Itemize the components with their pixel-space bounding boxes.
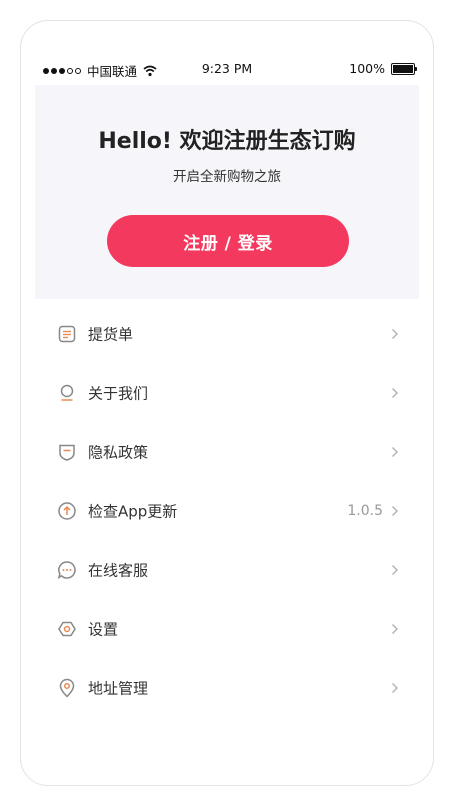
menu-item-pickup-orders[interactable]: 提货单 bbox=[35, 304, 419, 363]
location-icon bbox=[59, 678, 75, 698]
menu-label: 在线客服 bbox=[88, 561, 149, 579]
chevron-right-icon bbox=[391, 505, 399, 516]
chevron-right-icon bbox=[391, 564, 399, 575]
menu-item-address-management[interactable]: 地址管理 bbox=[35, 658, 419, 717]
menu-label: 设置 bbox=[88, 620, 119, 638]
settings-menu: 提货单 关于我们 隐私政策 检查App更新 1.0.5 在线客服 设置 地址管理 bbox=[35, 304, 419, 717]
chevron-right-icon bbox=[391, 682, 399, 693]
battery-icon bbox=[391, 62, 417, 75]
chat-icon bbox=[57, 560, 76, 579]
welcome-banner: Hello! 欢迎注册生态订购 开启全新购物之旅 注册 / 登录 bbox=[35, 85, 419, 299]
menu-label: 地址管理 bbox=[88, 679, 149, 697]
menu-label: 提货单 bbox=[88, 325, 134, 343]
menu-item-privacy-policy[interactable]: 隐私政策 bbox=[35, 422, 419, 481]
status-bar: 中国联通 9:23 PM 100% bbox=[35, 61, 419, 79]
menu-item-about-us[interactable]: 关于我们 bbox=[35, 363, 419, 422]
upload-icon bbox=[58, 501, 76, 520]
shield-icon bbox=[59, 444, 75, 461]
battery-percent: 100% bbox=[349, 61, 385, 76]
welcome-title: Hello! 欢迎注册生态订购 bbox=[98, 129, 356, 154]
gear-icon bbox=[58, 621, 76, 636]
document-icon bbox=[58, 325, 76, 342]
menu-label: 检查App更新 bbox=[88, 502, 178, 520]
chevron-right-icon bbox=[391, 328, 399, 339]
status-right: 100% bbox=[349, 61, 417, 76]
menu-label: 关于我们 bbox=[88, 384, 149, 402]
menu-item-settings[interactable]: 设置 bbox=[35, 599, 419, 658]
info-icon bbox=[60, 384, 74, 401]
chevron-right-icon bbox=[391, 446, 399, 457]
welcome-subtitle: 开启全新购物之旅 bbox=[173, 169, 281, 185]
menu-item-online-support[interactable]: 在线客服 bbox=[35, 540, 419, 599]
menu-label: 隐私政策 bbox=[88, 443, 149, 461]
app-version: 1.0.5 bbox=[347, 502, 383, 519]
register-login-button[interactable]: 注册 / 登录 bbox=[107, 215, 349, 267]
chevron-right-icon bbox=[391, 387, 399, 398]
chevron-right-icon bbox=[391, 623, 399, 634]
menu-item-check-update[interactable]: 检查App更新 1.0.5 bbox=[35, 481, 419, 540]
phone-frame: 中国联通 9:23 PM 100% Hello! 欢迎注册生态订购 开启全新购物… bbox=[20, 20, 434, 786]
